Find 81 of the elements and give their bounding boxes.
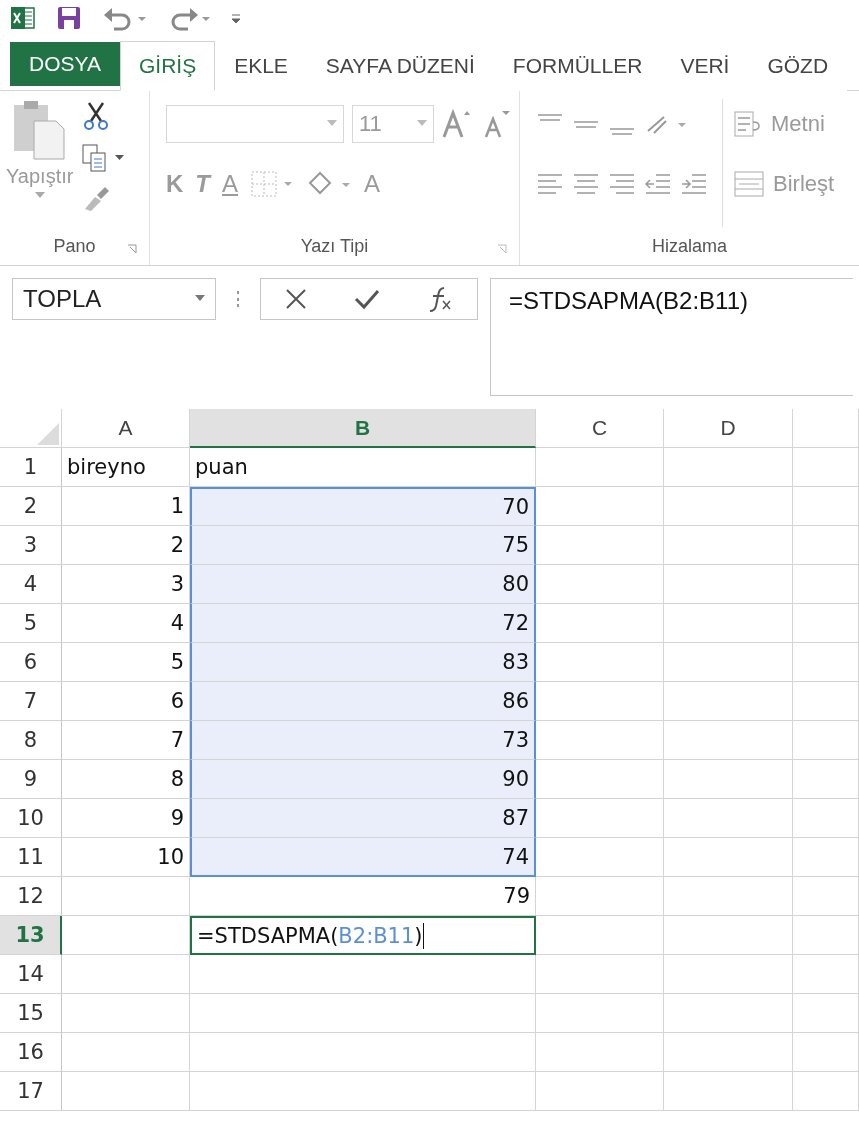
row-header[interactable]: 11 [0,838,62,877]
dialog-launcher-icon[interactable] [497,244,507,254]
save-icon[interactable] [56,5,82,31]
dialog-launcher-icon[interactable] [127,244,137,254]
table-cell: 72 [190,604,536,643]
table-cell: 74 [190,838,536,877]
table-cell [793,448,859,487]
increase-indent-icon[interactable] [680,171,708,197]
file-tab[interactable]: DOSYA [10,42,120,86]
table-cell: 75 [190,526,536,565]
row-header[interactable]: 14 [0,955,62,994]
font-name-field[interactable] [166,105,344,143]
name-box[interactable]: TOPLA [12,278,216,320]
customize-icon[interactable] [230,11,242,25]
dropdown-icon [327,120,337,128]
group-label: Pano [53,235,96,257]
shrink-font-icon[interactable] [482,109,512,139]
table-cell [793,760,859,799]
row-header[interactable]: 3 [0,526,62,565]
table-cell: 83 [190,643,536,682]
row-header[interactable]: 9 [0,760,62,799]
table-cell: 73 [190,721,536,760]
ribbon-tab[interactable]: GİRİŞ [119,41,216,91]
table-cell [793,799,859,838]
table-cell [793,565,859,604]
borders-icon[interactable] [250,170,295,198]
cancel-icon[interactable] [283,287,308,311]
table-cell [793,526,859,565]
row-header[interactable]: 2 [0,487,62,526]
row-header[interactable]: 8 [0,721,62,760]
table-cell: 70 [190,487,536,526]
grip-icon [236,290,240,308]
table-cell [793,682,859,721]
row-header[interactable]: 6 [0,643,62,682]
table-cell [793,643,859,682]
merge-cells-icon[interactable] [733,170,765,198]
table-cell [793,1033,859,1072]
row-header[interactable]: 1 [0,448,62,487]
align-center-icon[interactable] [572,171,600,197]
row-header[interactable]: 17 [0,1072,62,1111]
table-cell: 80 [190,565,536,604]
cell-editor[interactable]: =STDSAPMA(B2:B11) [190,916,536,955]
table-cell [793,994,859,1033]
column-header[interactable]: B [190,409,536,448]
row-header[interactable]: 10 [0,799,62,838]
table-cell: 79 [190,877,536,916]
row-header[interactable]: 4 [0,565,62,604]
row-header[interactable]: 16 [0,1033,62,1072]
row-header[interactable]: 5 [0,604,62,643]
decrease-indent-icon[interactable] [644,171,672,197]
table-cell [793,1072,859,1111]
table-cell: 87 [190,799,536,838]
table-cell [793,721,859,760]
group-label: Yazı Tipi [300,235,369,257]
checkmark-icon[interactable] [353,287,381,311]
column-header[interactable]: D [664,409,793,448]
column-header[interactable]: C [536,409,664,448]
row-header[interactable]: 15 [0,994,62,1033]
undo-icon[interactable] [102,5,146,31]
row-header[interactable]: 13 [0,916,62,955]
table-cell [793,877,859,916]
wrap-text-icon[interactable] [733,110,763,138]
row-header[interactable]: 7 [0,682,62,721]
table-cell [793,487,859,526]
table-cell [793,838,859,877]
table-cell [793,955,859,994]
column-header[interactable] [793,409,859,448]
formula-field[interactable]: =STDSAPMA(B2:B11) [490,278,853,396]
group-label: Hizalama [652,235,727,257]
align-left-icon[interactable] [536,171,564,197]
table-cell [793,604,859,643]
dropdown-icon[interactable] [34,192,45,200]
dropdown-icon [195,295,205,303]
table-cell: 90 [190,760,536,799]
align-right-icon[interactable] [608,171,636,197]
dropdown-icon [417,120,427,128]
excel-icon [10,5,36,31]
table-cell: 86 [190,682,536,721]
table-cell: bireyno [62,448,190,487]
copy-icon[interactable] [81,143,126,173]
table-cell [793,916,859,955]
